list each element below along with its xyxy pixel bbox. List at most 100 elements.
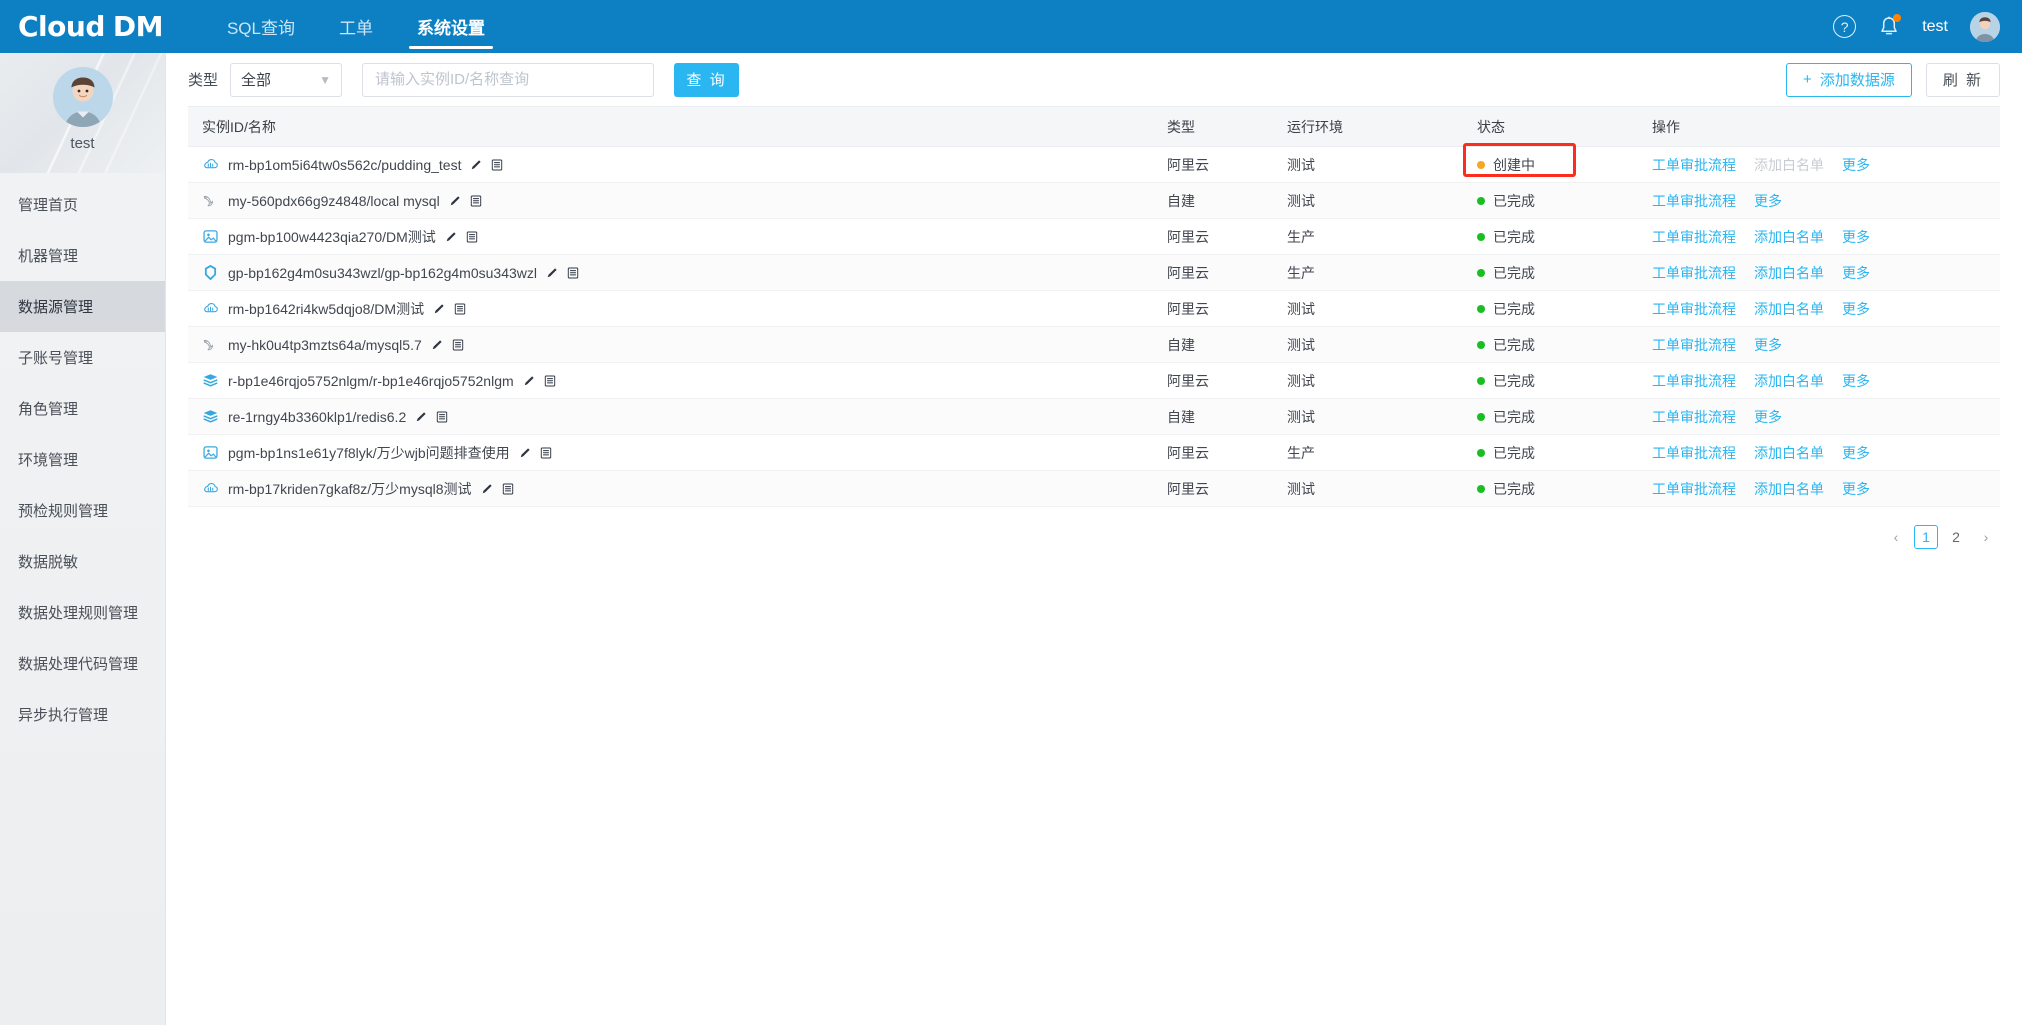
- pagination-next[interactable]: ›: [1974, 525, 1998, 549]
- pagination-page-2[interactable]: 2: [1944, 525, 1968, 549]
- datasource-table: 实例ID/名称 类型 运行环境 状态 操作 rm-bp1om5i64tw0s56…: [188, 106, 2000, 507]
- rds-mysql-icon: [202, 156, 219, 173]
- cell-environment: 测试: [1273, 326, 1463, 363]
- notification-badge-dot: [1893, 13, 1902, 22]
- column-header-type: 类型: [1153, 106, 1273, 147]
- cell-type: 自建: [1153, 182, 1273, 219]
- edit-pencil-icon[interactable]: [519, 447, 531, 459]
- edit-pencil-icon[interactable]: [470, 159, 482, 171]
- sidebar-item-data-process-rule-management[interactable]: 数据处理规则管理: [0, 587, 165, 638]
- sidebar-item-precheck-rule-management[interactable]: 预检规则管理: [0, 485, 165, 536]
- detail-list-icon[interactable]: [436, 411, 448, 423]
- nav-tab-system-settings[interactable]: 系统设置: [395, 0, 507, 53]
- action-link[interactable]: 工单审批流程: [1652, 371, 1736, 391]
- status-badge: 创建中: [1493, 156, 1535, 173]
- detail-list-icon[interactable]: [544, 375, 556, 387]
- refresh-button[interactable]: 刷 新: [1925, 62, 2000, 97]
- detail-list-icon[interactable]: [470, 195, 482, 207]
- status-badge: 已完成: [1493, 264, 1535, 281]
- edit-pencil-icon[interactable]: [431, 339, 443, 351]
- nav-tab-work-order[interactable]: 工单: [317, 0, 395, 53]
- cell-environment: 测试: [1273, 470, 1463, 507]
- action-link[interactable]: 更多: [1754, 335, 1782, 355]
- pagination-prev[interactable]: ‹: [1884, 525, 1908, 549]
- detail-list-icon[interactable]: [502, 483, 514, 495]
- table-row: r-bp1e46rqjo5752nlgm/r-bp1e46rqjo5752nlg…: [188, 362, 2000, 399]
- action-link[interactable]: 工单审批流程: [1652, 227, 1736, 247]
- edit-pencil-icon[interactable]: [415, 411, 427, 423]
- action-link[interactable]: 更多: [1842, 263, 1870, 283]
- filter-toolbar: 类型 全部 ▼ 查 询 + 添加数据源 刷 新: [166, 53, 2022, 106]
- detail-list-icon[interactable]: [452, 339, 464, 351]
- edit-pencil-icon[interactable]: [523, 375, 535, 387]
- detail-list-icon[interactable]: [454, 303, 466, 315]
- pagination: ‹ 1 2 ›: [166, 507, 2022, 549]
- action-link[interactable]: 添加白名单: [1754, 443, 1824, 463]
- action-link[interactable]: 工单审批流程: [1652, 299, 1736, 319]
- cell-status: 创建中: [1463, 142, 1638, 183]
- sidebar-item-datasource-management[interactable]: 数据源管理: [0, 281, 165, 332]
- cell-instance: pgm-bp1ns1e61y7f8lyk/万少wjb问题排查使用: [188, 434, 1153, 471]
- search-input[interactable]: [362, 62, 655, 97]
- sidebar-item-role-management[interactable]: 角色管理: [0, 383, 165, 434]
- action-link[interactable]: 更多: [1754, 407, 1782, 427]
- sidebar-item-machine-management[interactable]: 机器管理: [0, 230, 165, 281]
- detail-list-icon[interactable]: [567, 267, 579, 279]
- bell-icon[interactable]: [1878, 13, 1902, 39]
- edit-pencil-icon[interactable]: [433, 303, 445, 315]
- action-link[interactable]: 工单审批流程: [1652, 407, 1736, 427]
- action-link[interactable]: 添加白名单: [1754, 299, 1824, 319]
- edit-pencil-icon[interactable]: [546, 267, 558, 279]
- table-row: gp-bp162g4m0su343wzl/gp-bp162g4m0su343wz…: [188, 254, 2000, 291]
- app-logo[interactable]: Cloud DM: [18, 10, 163, 43]
- edit-pencil-icon[interactable]: [481, 483, 493, 495]
- action-link[interactable]: 更多: [1842, 299, 1870, 319]
- table-row: re-1rngy4b3360klp1/redis6.2 自建 测试 已完成 工单审批流程…: [188, 398, 2000, 435]
- action-link[interactable]: 添加白名单: [1754, 479, 1824, 499]
- sidebar-profile-header: test: [0, 53, 165, 173]
- action-link[interactable]: 更多: [1754, 191, 1782, 211]
- action-link[interactable]: 更多: [1842, 479, 1870, 499]
- sidebar-item-data-process-code-management[interactable]: 数据处理代码管理: [0, 638, 165, 689]
- sidebar-item-label: 数据处理代码管理: [18, 656, 139, 673]
- column-header-env: 运行环境: [1273, 106, 1463, 147]
- detail-list-icon[interactable]: [540, 447, 552, 459]
- action-link[interactable]: 工单审批流程: [1652, 191, 1736, 211]
- cell-instance: re-1rngy4b3360klp1/redis6.2: [188, 398, 1153, 435]
- mysql-dolphin-icon: [202, 336, 219, 353]
- avatar[interactable]: [1970, 11, 2000, 42]
- action-link[interactable]: 添加白名单: [1754, 227, 1824, 247]
- action-link[interactable]: 更多: [1842, 443, 1870, 463]
- action-link[interactable]: 更多: [1842, 371, 1870, 391]
- action-link[interactable]: 更多: [1842, 227, 1870, 247]
- add-datasource-button[interactable]: + 添加数据源: [1786, 62, 1912, 97]
- action-link[interactable]: 添加白名单: [1754, 263, 1824, 283]
- action-link[interactable]: 添加白名单: [1754, 371, 1824, 391]
- action-link[interactable]: 更多: [1842, 155, 1870, 175]
- search-button[interactable]: 查 询: [674, 62, 740, 97]
- cell-instance: rm-bp1642ri4kw5dqjo8/DM测试: [188, 290, 1153, 327]
- action-link[interactable]: 工单审批流程: [1652, 263, 1736, 283]
- sidebar-item-data-masking[interactable]: 数据脱敏: [0, 536, 165, 587]
- action-link[interactable]: 工单审批流程: [1652, 479, 1736, 499]
- sidebar-menu: 管理首页 机器管理 数据源管理 子账号管理 角色管理 环境管理 预检规则管理 数…: [0, 173, 165, 740]
- status-badge: 已完成: [1493, 300, 1535, 317]
- page-root: test_12345678test_12345678test_12345678t…: [0, 0, 2022, 1025]
- pagination-page-1[interactable]: 1: [1914, 525, 1938, 549]
- detail-list-icon[interactable]: [491, 159, 503, 171]
- polardb-icon: [202, 228, 219, 245]
- detail-list-icon[interactable]: [466, 231, 478, 243]
- action-link[interactable]: 工单审批流程: [1652, 335, 1736, 355]
- nav-tab-sql-query[interactable]: SQL查询: [205, 0, 317, 53]
- help-icon[interactable]: ?: [1833, 15, 1857, 38]
- sidebar-item-admin-home[interactable]: 管理首页: [0, 179, 165, 230]
- sidebar-item-environment-management[interactable]: 环境管理: [0, 434, 165, 485]
- edit-pencil-icon[interactable]: [449, 195, 461, 207]
- action-link[interactable]: 工单审批流程: [1652, 155, 1736, 175]
- cell-actions: 工单审批流程 添加白名单 更多: [1638, 146, 2000, 183]
- sidebar-item-async-execution-management[interactable]: 异步执行管理: [0, 689, 165, 740]
- sidebar-item-subaccount-management[interactable]: 子账号管理: [0, 332, 165, 383]
- type-filter-select[interactable]: 全部 ▼: [230, 62, 343, 97]
- edit-pencil-icon[interactable]: [445, 231, 457, 243]
- action-link[interactable]: 工单审批流程: [1652, 443, 1736, 463]
